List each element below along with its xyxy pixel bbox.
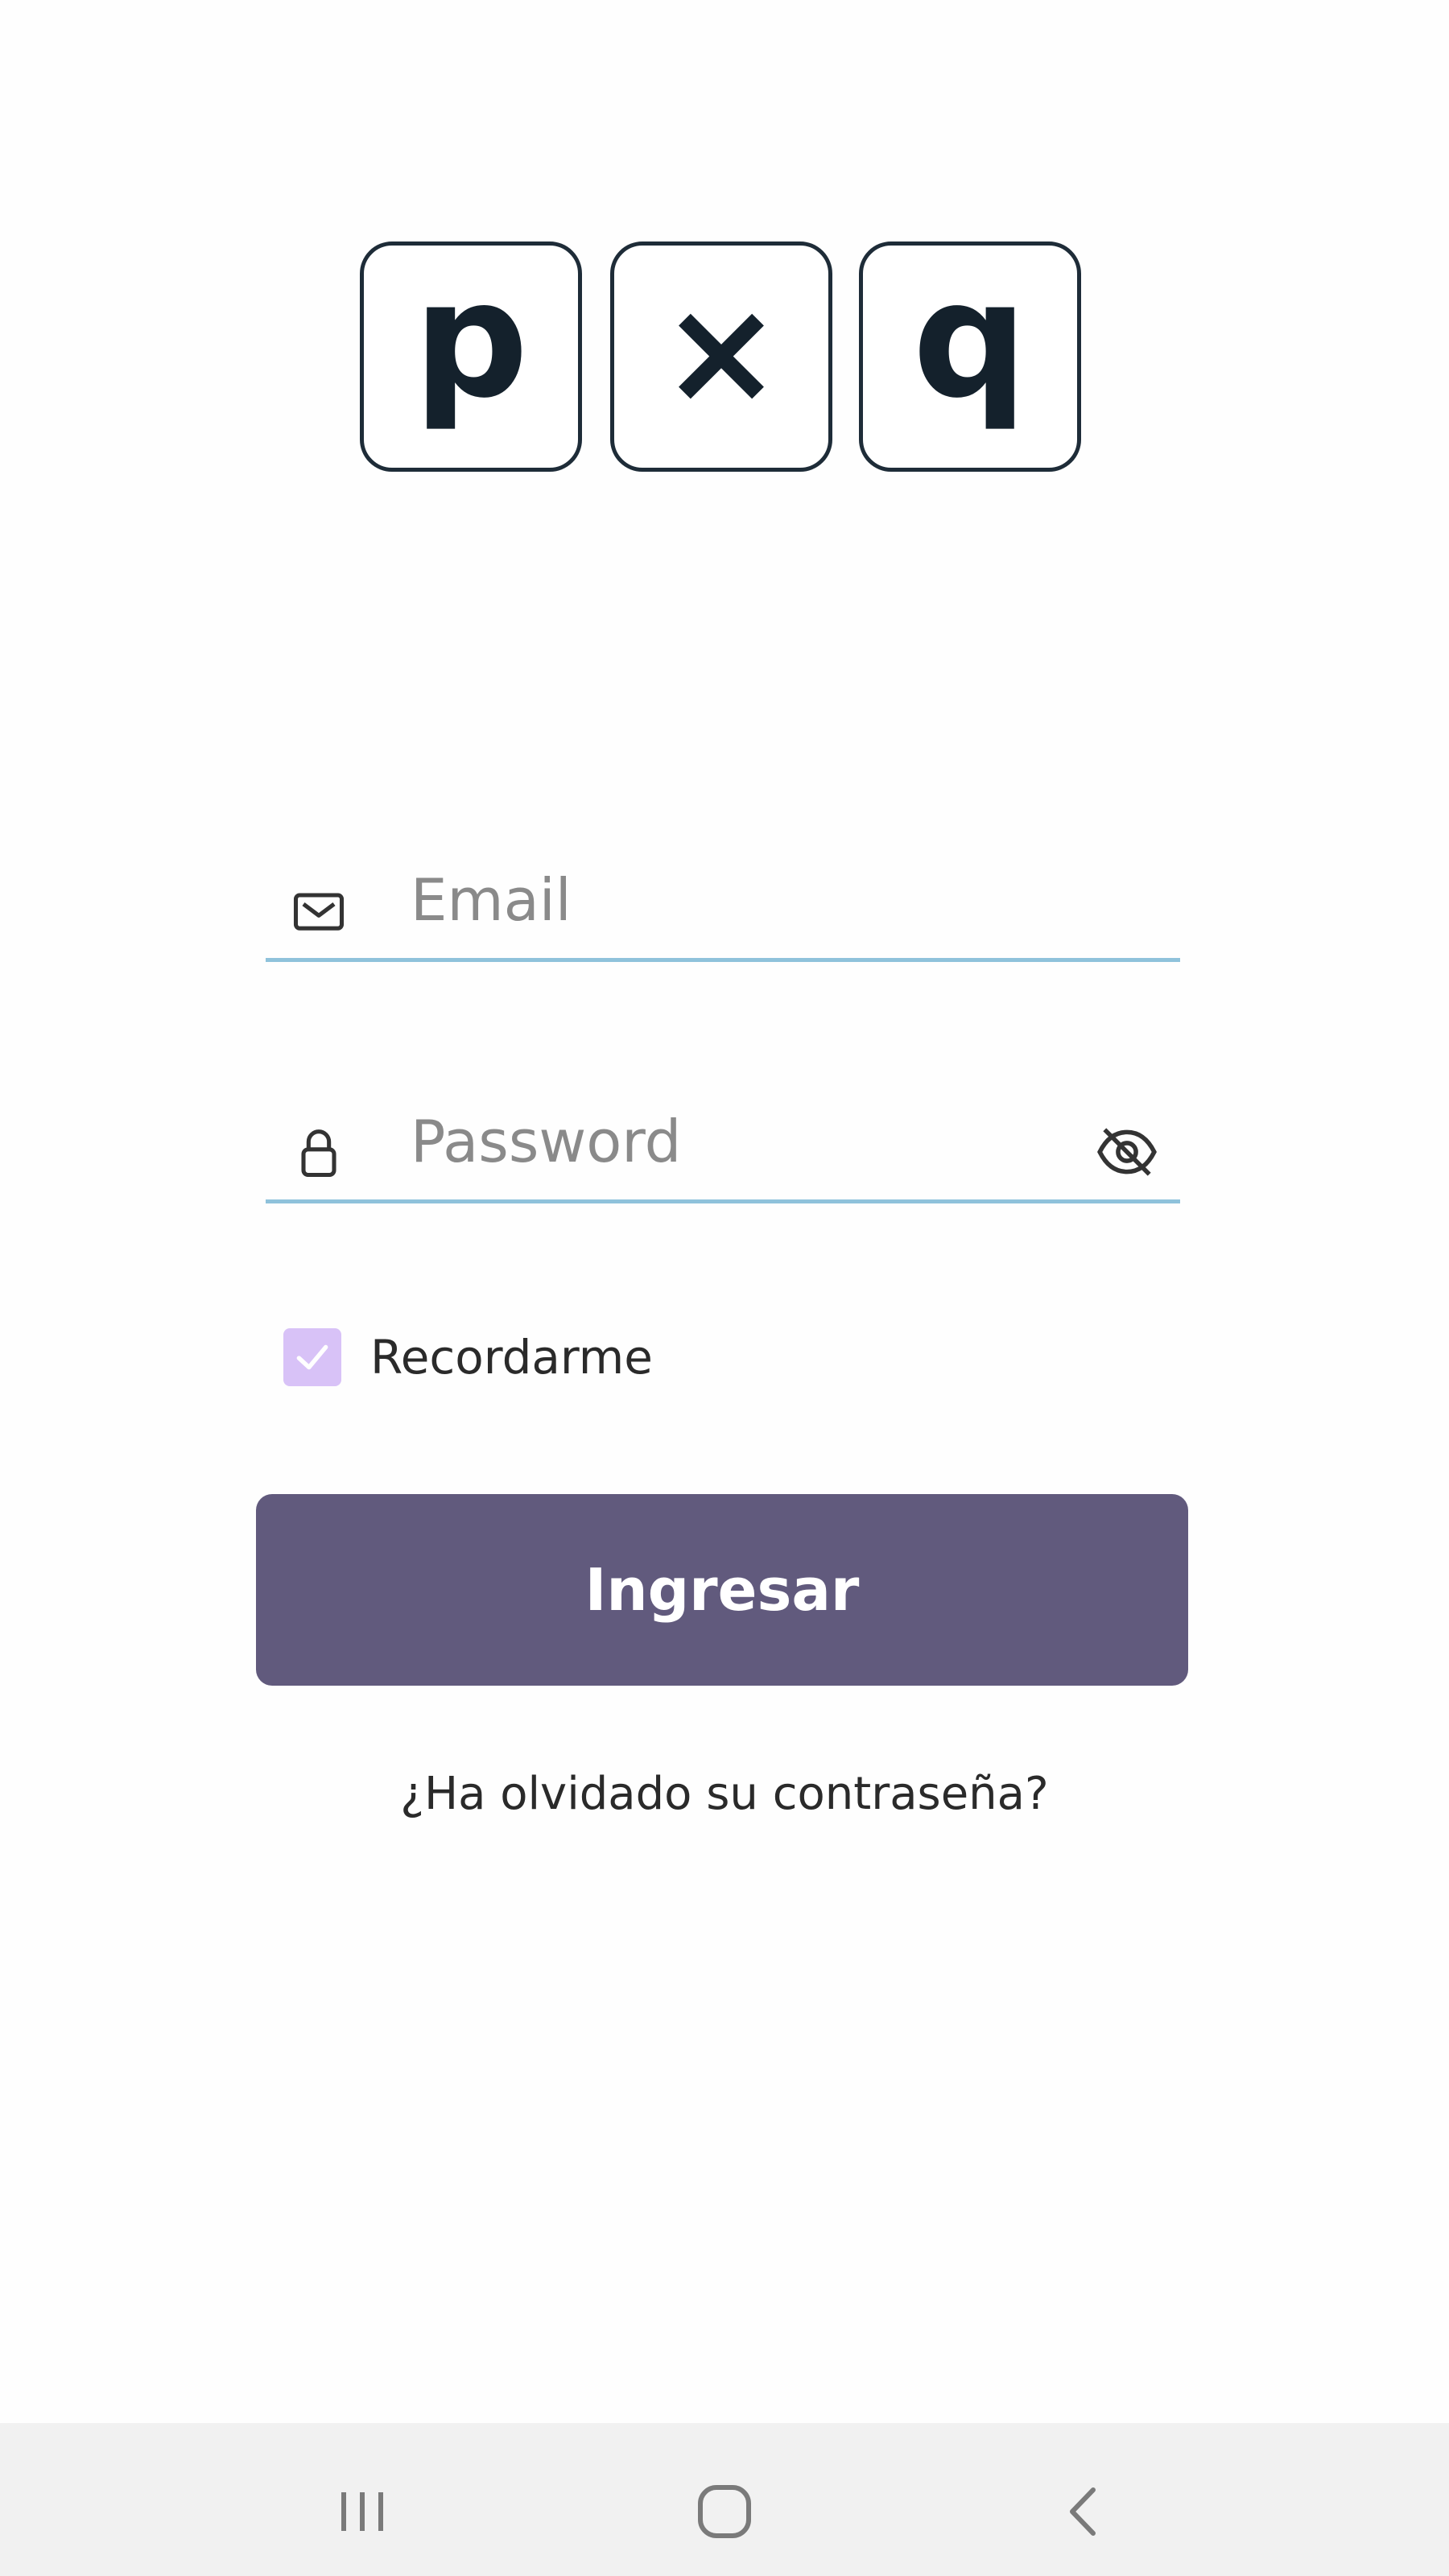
- email-field: [266, 841, 1180, 962]
- password-field: [266, 1083, 1180, 1203]
- logo-letter-x: ×: [660, 268, 782, 436]
- login-screen: p × q R: [0, 0, 1449, 2576]
- remember-me-label: Recordarme: [370, 1330, 653, 1385]
- forgot-password-link[interactable]: ¿Ha olvidado su contraseña?: [0, 1768, 1449, 1820]
- password-input[interactable]: [411, 1097, 1071, 1186]
- lock-icon: [301, 1129, 336, 1178]
- eye-off-icon[interactable]: [1095, 1123, 1159, 1181]
- logo-tile-q: q: [859, 242, 1081, 472]
- back-button[interactable]: [1038, 2467, 1127, 2556]
- logo-letter-q: q: [912, 246, 1028, 434]
- logo-tile-p: p: [360, 242, 582, 472]
- logo-letter-p: p: [413, 246, 529, 434]
- remember-me-checkbox[interactable]: [283, 1328, 341, 1386]
- email-input[interactable]: [411, 856, 1071, 944]
- check-icon: [296, 1344, 328, 1370]
- home-icon: [698, 2485, 751, 2538]
- recents-button[interactable]: [318, 2467, 407, 2556]
- mail-icon: [293, 893, 345, 931]
- logo-tile-x: ×: [610, 242, 832, 472]
- recents-icon: [341, 2492, 383, 2531]
- back-icon: [1070, 2487, 1096, 2536]
- home-button[interactable]: [680, 2467, 769, 2556]
- remember-me-row[interactable]: Recordarme: [283, 1325, 653, 1389]
- login-button[interactable]: Ingresar: [256, 1494, 1188, 1686]
- app-logo: p × q: [360, 242, 1083, 472]
- system-nav-bar: [0, 2423, 1449, 2576]
